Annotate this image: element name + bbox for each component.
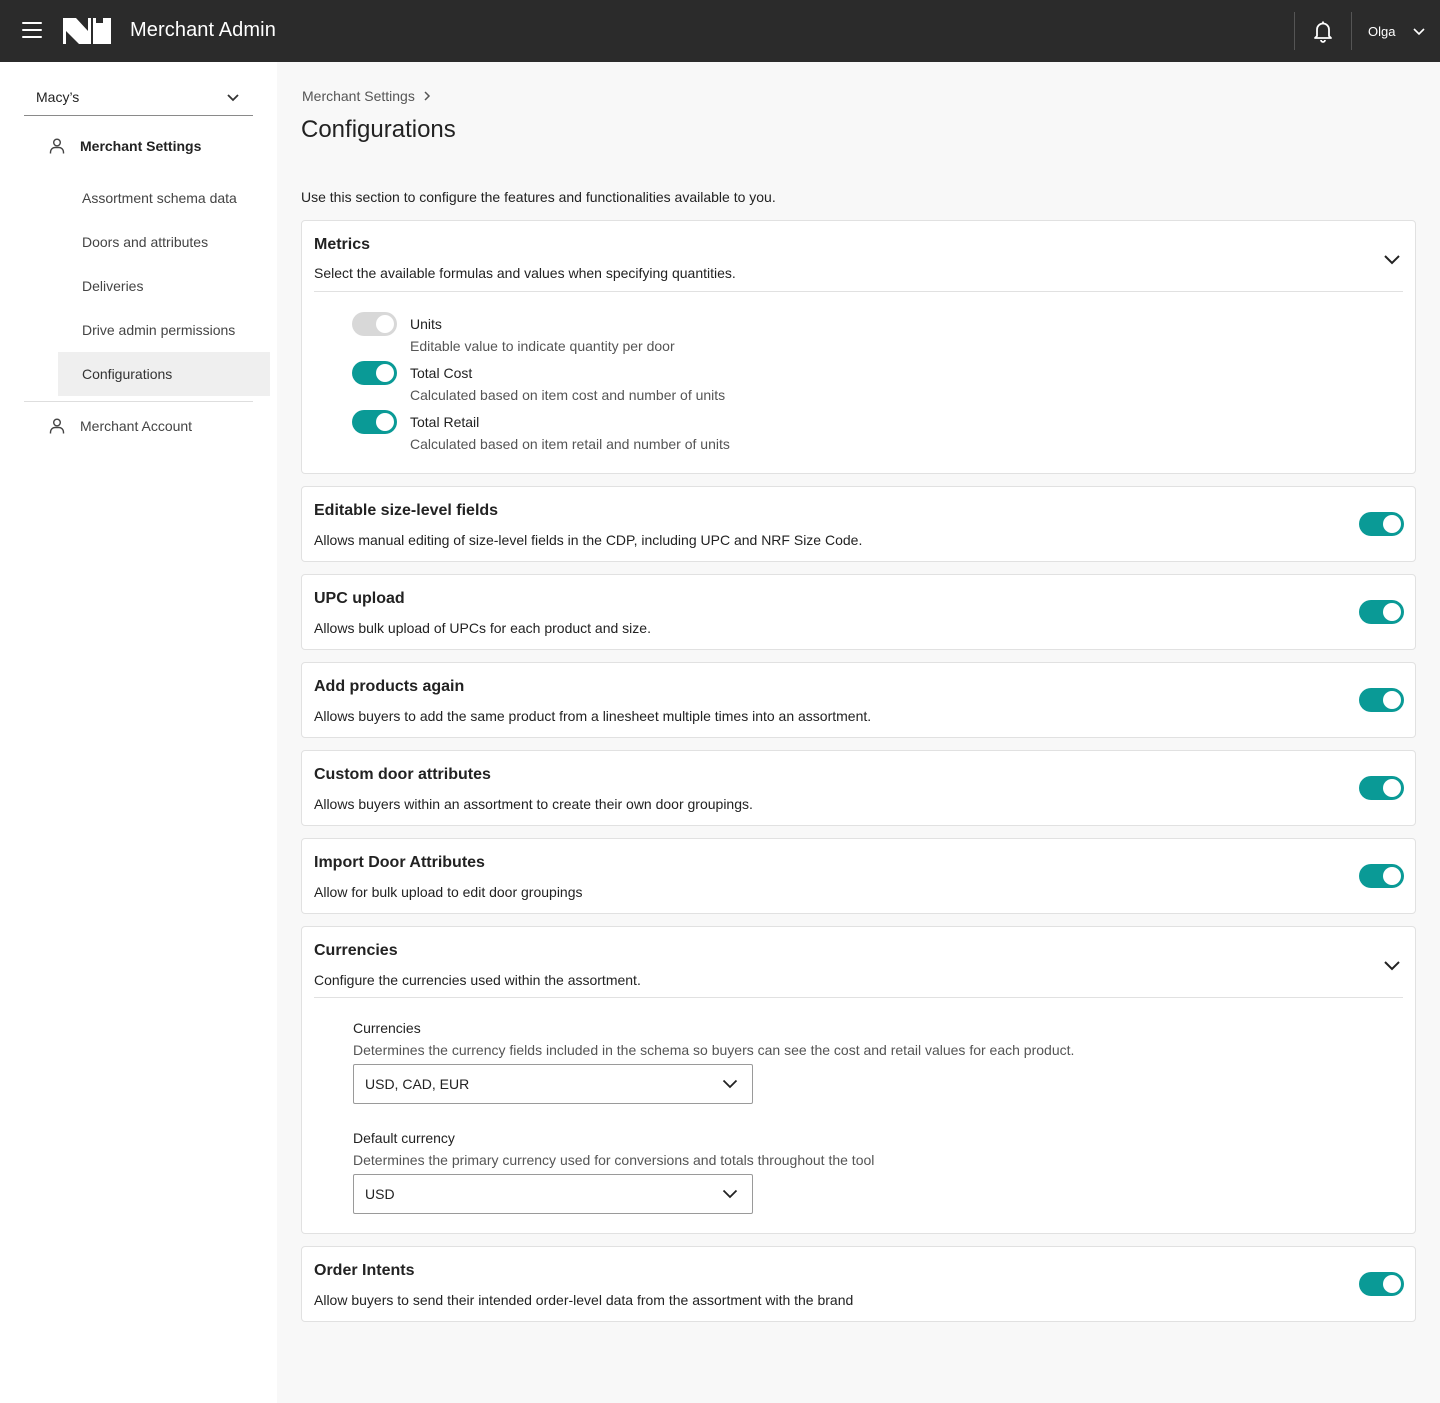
- chevron-down-icon: [227, 94, 239, 102]
- card-divider: [314, 997, 1403, 998]
- merchant-select-value: Macy’s: [36, 89, 80, 105]
- sidebar-item-drive-admin-permissions[interactable]: Drive admin permissions: [58, 308, 270, 352]
- card-description: Allows bulk upload of UPCs for each prod…: [314, 620, 651, 636]
- currencies-card: Currencies Configure the currencies used…: [301, 926, 1416, 1234]
- custom-door-attributes-toggle[interactable]: [1359, 776, 1404, 800]
- add-products-again-toggle[interactable]: [1359, 688, 1404, 712]
- field-description: Determines the primary currency used for…: [353, 1152, 875, 1168]
- card-description: Select the available formulas and values…: [314, 265, 736, 281]
- top-bar: Merchant Admin Olga: [0, 0, 1440, 62]
- sidebar-divider: [24, 401, 253, 402]
- default-currency-select[interactable]: USD: [353, 1174, 753, 1214]
- add-products-again-card: Add products again Allows buyers to add …: [301, 662, 1416, 738]
- card-title: Metrics: [314, 236, 371, 253]
- menu-icon[interactable]: [22, 22, 42, 40]
- metrics-card: Metrics Select the available formulas an…: [301, 220, 1416, 474]
- notification-bell-icon[interactable]: [1311, 19, 1335, 43]
- chevron-down-icon: [1413, 27, 1426, 35]
- total-retail-toggle[interactable]: [352, 410, 397, 434]
- card-description: Allows buyers within an assortment to cr…: [314, 796, 753, 812]
- card-title: Add products again: [314, 678, 465, 695]
- divider: [1351, 12, 1352, 50]
- card-description: Configure the currencies used within the…: [314, 972, 641, 988]
- chevron-down-icon[interactable]: [1383, 254, 1401, 266]
- field-description: Determines the currency fields included …: [353, 1042, 1075, 1058]
- upc-upload-toggle[interactable]: [1359, 600, 1404, 624]
- user-icon: [49, 138, 65, 154]
- card-divider: [314, 291, 1403, 292]
- breadcrumb-link[interactable]: Merchant Settings: [302, 88, 415, 104]
- sidebar-item-deliveries[interactable]: Deliveries: [58, 264, 270, 308]
- page-title: Configurations: [301, 116, 456, 143]
- sidebar: Macy’s Merchant Settings Assortment sche…: [0, 62, 277, 1403]
- breadcrumb: Merchant Settings: [302, 88, 431, 104]
- field-label: Currencies: [353, 1020, 421, 1036]
- metric-description: Calculated based on item cost and number…: [410, 387, 726, 403]
- card-title: UPC upload: [314, 590, 405, 607]
- total-cost-toggle[interactable]: [352, 361, 397, 385]
- import-door-attributes-toggle[interactable]: [1359, 864, 1404, 888]
- brand-logo: [63, 18, 111, 44]
- metric-name: Total Cost: [410, 365, 473, 381]
- units-toggle[interactable]: [352, 312, 397, 336]
- sidebar-item-doors-and-attributes[interactable]: Doors and attributes: [58, 220, 270, 264]
- field-label: Default currency: [353, 1130, 455, 1146]
- user-icon: [49, 418, 65, 434]
- sidebar-section-label: Merchant Settings: [80, 138, 202, 154]
- sidebar-item-configurations[interactable]: Configurations: [58, 352, 270, 396]
- divider: [1294, 12, 1295, 50]
- chevron-down-icon: [722, 1079, 738, 1089]
- app-title: Merchant Admin: [130, 19, 276, 41]
- order-intents-card: Order Intents Allow buyers to send their…: [301, 1246, 1416, 1322]
- editable-size-level-fields-toggle[interactable]: [1359, 512, 1404, 536]
- card-description: Allow for bulk upload to edit door group…: [314, 884, 583, 900]
- user-name: Olga: [1368, 24, 1396, 39]
- order-intents-toggle[interactable]: [1359, 1272, 1404, 1296]
- editable-size-level-fields-card: Editable size-level fields Allows manual…: [301, 486, 1416, 562]
- card-description: Allow buyers to send their intended orde…: [314, 1292, 854, 1308]
- card-title: Custom door attributes: [314, 766, 491, 783]
- card-title: Currencies: [314, 942, 398, 959]
- page-intro: Use this section to configure the featur…: [301, 189, 776, 205]
- metric-name: Units: [410, 316, 442, 332]
- upc-upload-card: UPC upload Allows bulk upload of UPCs fo…: [301, 574, 1416, 650]
- card-title: Editable size-level fields: [314, 502, 499, 519]
- import-door-attributes-card: Import Door Attributes Allow for bulk up…: [301, 838, 1416, 914]
- sidebar-section-label: Merchant Account: [80, 418, 193, 434]
- select-value: USD: [365, 1186, 395, 1202]
- currencies-select[interactable]: USD, CAD, EUR: [353, 1064, 753, 1104]
- sidebar-section-merchant-settings[interactable]: Merchant Settings: [48, 137, 201, 155]
- metric-description: Editable value to indicate quantity per …: [410, 338, 675, 354]
- chevron-right-icon: [424, 91, 430, 101]
- card-description: Allows manual editing of size-level fiel…: [314, 532, 863, 548]
- merchant-select[interactable]: Macy’s: [24, 82, 253, 116]
- card-description: Allows buyers to add the same product fr…: [314, 708, 872, 724]
- metric-description: Calculated based on item retail and numb…: [410, 436, 730, 452]
- chevron-down-icon: [722, 1189, 738, 1199]
- custom-door-attributes-card: Custom door attributes Allows buyers wit…: [301, 750, 1416, 826]
- metric-name: Total Retail: [410, 414, 480, 430]
- user-menu[interactable]: Olga: [1368, 24, 1426, 39]
- sidebar-section-merchant-account[interactable]: Merchant Account: [48, 417, 192, 435]
- chevron-down-icon[interactable]: [1383, 960, 1401, 972]
- card-title: Order Intents: [314, 1262, 415, 1279]
- card-title: Import Door Attributes: [314, 854, 485, 871]
- select-value: USD, CAD, EUR: [365, 1076, 470, 1092]
- sidebar-item-assortment-schema-data[interactable]: Assortment schema data: [58, 176, 270, 220]
